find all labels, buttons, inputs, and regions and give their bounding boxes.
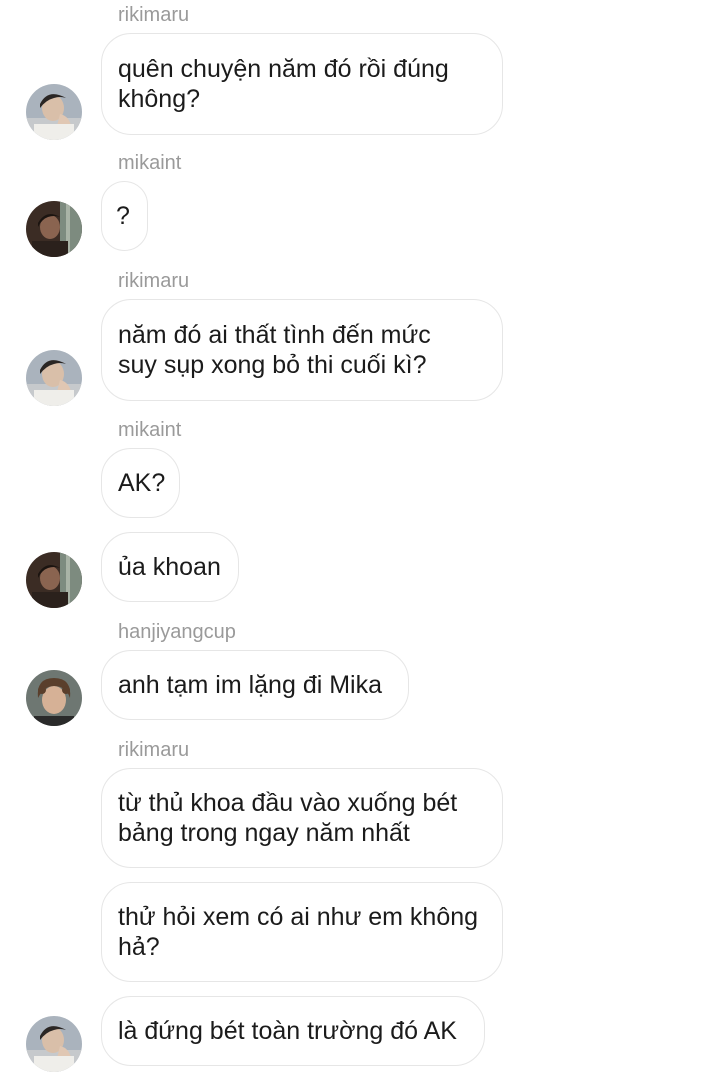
rikimaru-avatar[interactable] [26, 1016, 82, 1072]
hanjiyangcup-avatar[interactable] [26, 670, 82, 726]
sender-name-rikimaru: rikimaru [118, 270, 190, 292]
rikimaru-avatar[interactable] [26, 84, 82, 140]
message-bubble[interactable]: ủa khoan [101, 532, 239, 602]
sender-name-hanjiyangcup: hanjiyangcup [118, 621, 236, 643]
message-bubble[interactable]: năm đó ai thất tình đến mức suy sụp xong… [101, 299, 503, 401]
message-bubble[interactable]: AK? [101, 448, 180, 518]
message-bubble[interactable]: thử hỏi xem có ai như em không hả? [101, 882, 503, 982]
mikaint-avatar[interactable] [26, 201, 82, 257]
rikimaru-avatar[interactable] [26, 350, 82, 406]
message-bubble[interactable]: anh tạm im lặng đi Mika [101, 650, 409, 720]
message-bubble[interactable]: ? [101, 181, 148, 251]
sender-name-rikimaru: rikimaru [118, 739, 190, 761]
message-bubble[interactable]: là đứng bét toàn trường đó AK [101, 996, 485, 1066]
sender-name-rikimaru: rikimaru [118, 4, 190, 26]
mikaint-avatar[interactable] [26, 552, 82, 608]
message-bubble[interactable]: quên chuyện năm đó rồi đúng không? [101, 33, 503, 135]
message-bubble[interactable]: từ thủ khoa đầu vào xuống bét bảng trong… [101, 768, 503, 868]
sender-name-mikaint: mikaint [118, 152, 182, 174]
sender-name-mikaint: mikaint [118, 419, 182, 441]
